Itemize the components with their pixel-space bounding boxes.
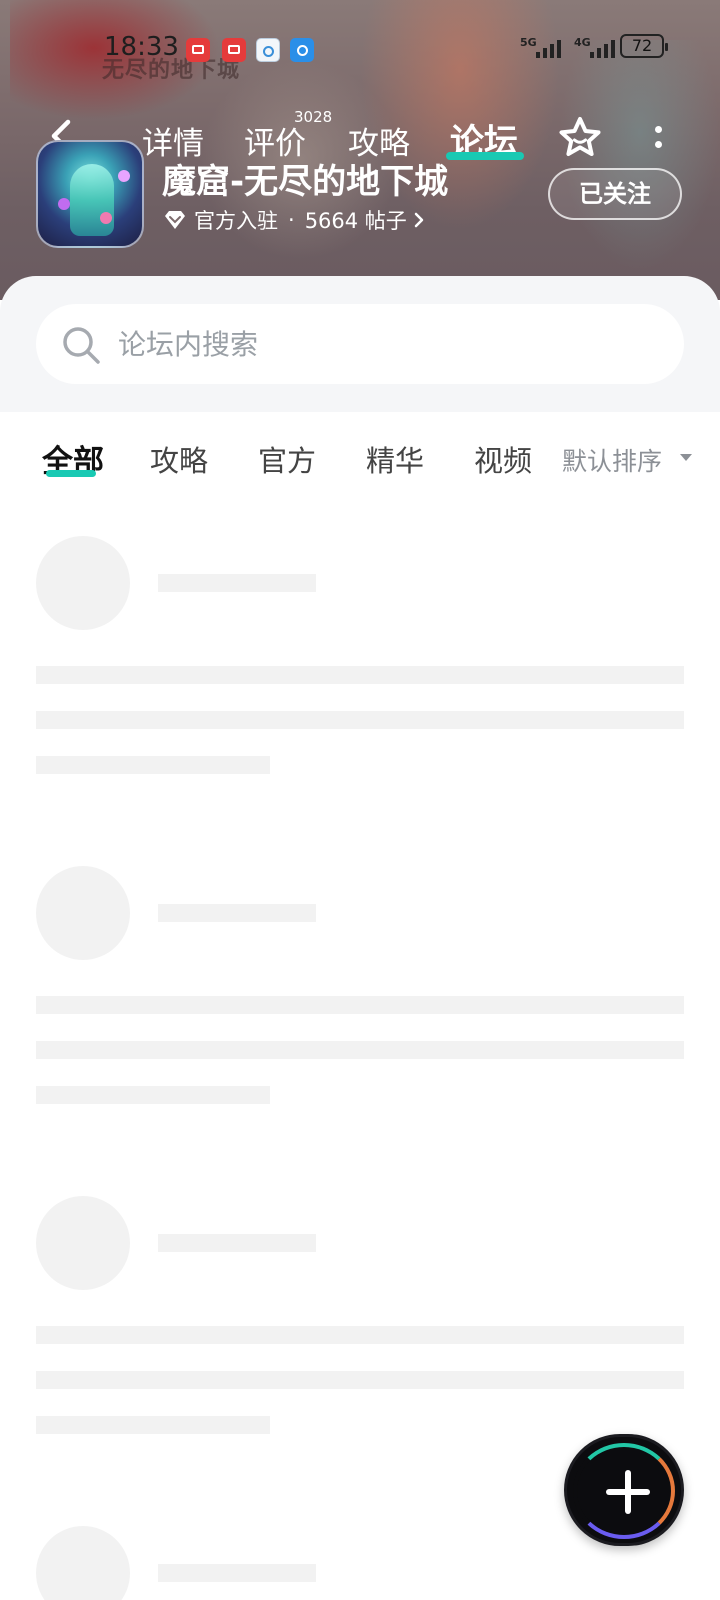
- notification-app-icon: [256, 38, 280, 62]
- skeleton-line: [36, 1086, 270, 1104]
- notification-app-icon: [222, 38, 246, 62]
- skeleton-avatar: [36, 1196, 130, 1290]
- follow-button[interactable]: 已关注: [548, 168, 682, 220]
- filter-tab-featured[interactable]: 精华: [366, 438, 424, 480]
- game-icon-image: [36, 140, 144, 248]
- post-skeleton: [0, 536, 720, 836]
- signal-4g-label: 4G: [574, 36, 591, 49]
- battery-indicator: 72: [620, 34, 668, 58]
- caret-down-icon: [680, 454, 692, 461]
- skeleton-line: [36, 711, 684, 729]
- sort-dropdown[interactable]: 默认排序: [562, 442, 662, 478]
- skeleton-name: [158, 1234, 316, 1252]
- filter-tab-official[interactable]: 官方: [258, 438, 316, 480]
- skeleton-line: [36, 1041, 684, 1059]
- signal-5g-label: 5G: [520, 36, 537, 49]
- skeleton-line: [36, 666, 684, 684]
- skeleton-avatar: [36, 536, 130, 630]
- signal-bars-icon: [590, 40, 615, 58]
- status-bar: 18:33 5G 4G 72: [0, 28, 720, 68]
- search-input[interactable]: [118, 304, 658, 384]
- search-panel: [0, 276, 720, 412]
- more-vertical-icon[interactable]: [648, 122, 668, 154]
- plus-icon: [606, 1470, 650, 1514]
- active-filter-indicator: [46, 470, 96, 477]
- meta-separator: ·: [288, 208, 295, 232]
- search-box[interactable]: [36, 304, 684, 384]
- post-skeleton: [0, 866, 720, 1166]
- official-label: 官方入驻: [194, 209, 278, 233]
- active-tab-indicator: [446, 152, 524, 160]
- skeleton-avatar: [36, 1526, 130, 1600]
- filter-tabs: 全部 攻略 官方 精华 视频 默认排序: [0, 412, 720, 492]
- diamond-icon: [165, 211, 185, 229]
- skeleton-line: [36, 1416, 270, 1434]
- game-meta-row[interactable]: 官方入驻 · 5664 帖子: [164, 206, 425, 234]
- skeleton-name: [158, 574, 316, 592]
- game-header: 无尽的地下城 18:33 5G 4G 72 详情 3028 评价 攻略 论坛 魔…: [0, 0, 720, 300]
- signal-bars-icon: [536, 40, 561, 58]
- notification-app-icon: [186, 38, 210, 62]
- status-time: 18:33: [104, 32, 179, 62]
- skeleton-name: [158, 1564, 316, 1582]
- skeleton-line: [36, 756, 270, 774]
- game-title: 魔窟-无尽的地下城: [162, 162, 449, 202]
- filter-tab-video[interactable]: 视频: [474, 438, 532, 480]
- skeleton-avatar: [36, 866, 130, 960]
- notification-search-icon: [290, 38, 314, 62]
- skeleton-line: [36, 1371, 684, 1389]
- skeleton-name: [158, 904, 316, 922]
- post-count: 5664 帖子: [304, 209, 407, 233]
- chevron-right-icon: [414, 212, 424, 228]
- skeleton-line: [36, 996, 684, 1014]
- skeleton-line: [36, 1326, 684, 1344]
- search-icon: [63, 327, 100, 364]
- filter-tab-guides[interactable]: 攻略: [150, 438, 208, 480]
- create-post-button[interactable]: [564, 1434, 684, 1546]
- star-icon[interactable]: [556, 114, 604, 162]
